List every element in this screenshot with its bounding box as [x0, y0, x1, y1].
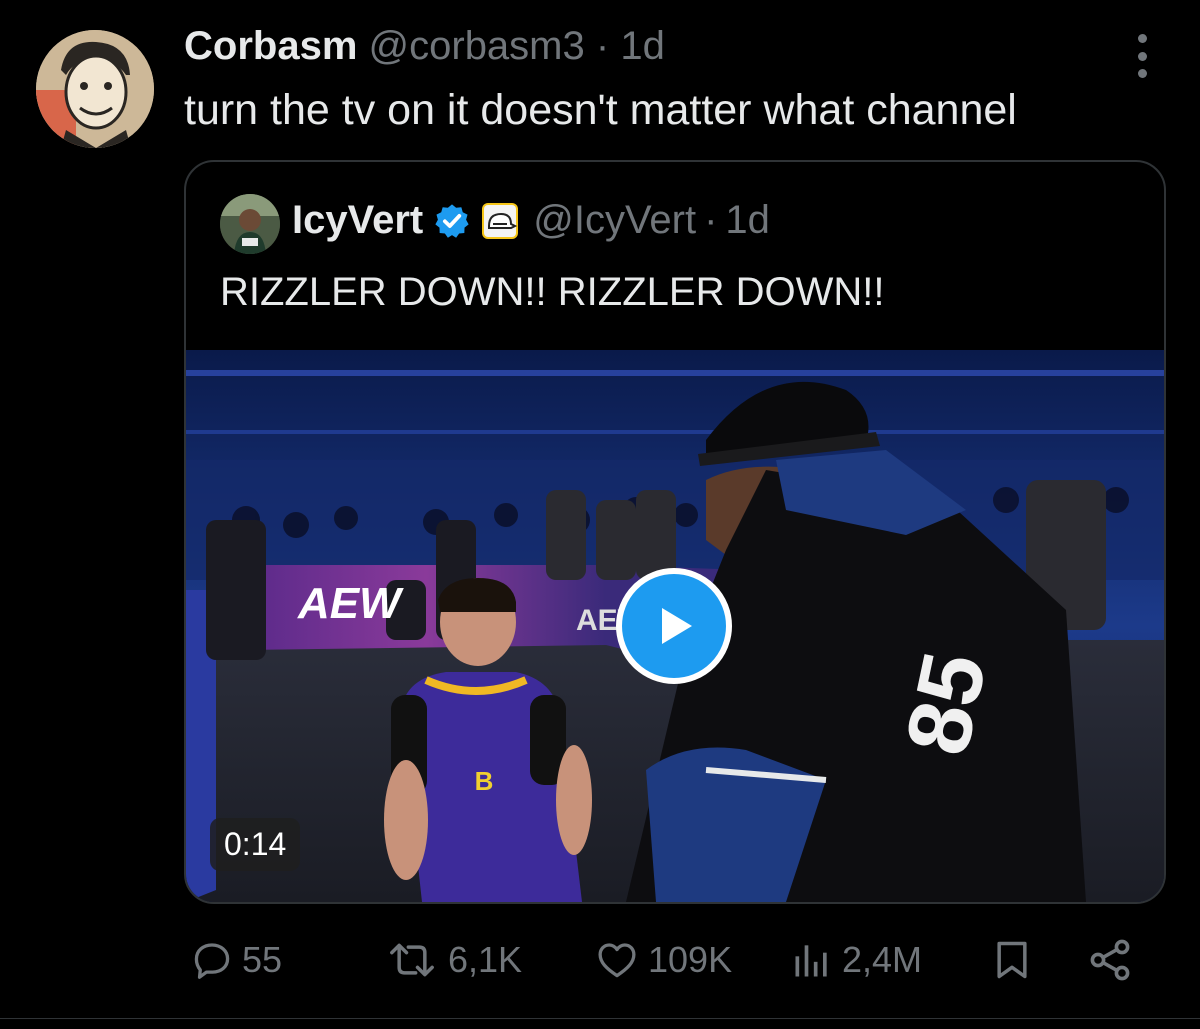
quoted-author-handle[interactable]: @IcyVert: [533, 198, 696, 243]
avatar-image: [36, 30, 154, 148]
author-handle[interactable]: @corbasm3: [369, 24, 585, 68]
quoted-author-name[interactable]: IcyVert: [292, 198, 423, 243]
views-count: 2,4M: [842, 939, 923, 980]
post-header: Corbasm @corbasm3 · 1d: [184, 24, 665, 69]
views-icon: [795, 945, 827, 977]
aew-logo-left: AEW: [297, 579, 404, 628]
bottom-divider: [0, 1018, 1200, 1019]
like-count: 109K: [648, 939, 733, 980]
like-icon: [598, 943, 636, 978]
like-button[interactable]: 109K: [594, 930, 732, 990]
play-icon: [662, 608, 692, 644]
more-options-button[interactable]: [1124, 34, 1160, 78]
repost-count: 6,1K: [448, 939, 523, 980]
svg-text:B: B: [475, 766, 494, 796]
repost-icon: [390, 943, 434, 977]
quoted-author-avatar[interactable]: [220, 194, 280, 254]
reply-count: 55: [242, 939, 283, 980]
reply-button[interactable]: 55: [190, 930, 282, 990]
cap-badge-icon[interactable]: [481, 202, 519, 240]
quoted-post-time[interactable]: 1d: [725, 198, 770, 243]
header-separator: ·: [595, 24, 610, 68]
quoted-header-separator: ·: [704, 198, 718, 242]
quoted-header: IcyVert @IcyVert · 1d: [292, 198, 770, 243]
quoted-avatar-image: [220, 194, 280, 254]
action-bar: 55 6,1K 109K 2,4M: [184, 930, 1144, 990]
author-avatar[interactable]: [36, 30, 154, 148]
bookmark-button[interactable]: [992, 930, 1032, 990]
repost-button[interactable]: 6,1K: [384, 930, 522, 990]
views-button[interactable]: 2,4M: [790, 930, 922, 990]
more-icon: [1137, 34, 1147, 43]
verified-icon[interactable]: [433, 202, 471, 240]
share-button[interactable]: [1086, 930, 1134, 990]
jersey-number: 85: [887, 644, 1006, 763]
bookmark-icon: [997, 941, 1027, 979]
author-name[interactable]: Corbasm: [184, 24, 357, 68]
share-icon: [1090, 939, 1130, 981]
reply-icon: [194, 943, 230, 979]
play-button[interactable]: [616, 568, 732, 684]
video-player[interactable]: AEW AEW B 85 0:14: [186, 350, 1164, 902]
post-text: turn the tv on it doesn't matter what ch…: [184, 86, 1017, 134]
quoted-post-text: RIZZLER DOWN!! RIZZLER DOWN!!: [220, 270, 885, 314]
post-time[interactable]: 1d: [620, 24, 665, 68]
quoted-post[interactable]: IcyVert @IcyVert · 1d RIZZLER DOWN!! RIZ…: [184, 160, 1166, 904]
video-duration: 0:14: [210, 818, 301, 871]
